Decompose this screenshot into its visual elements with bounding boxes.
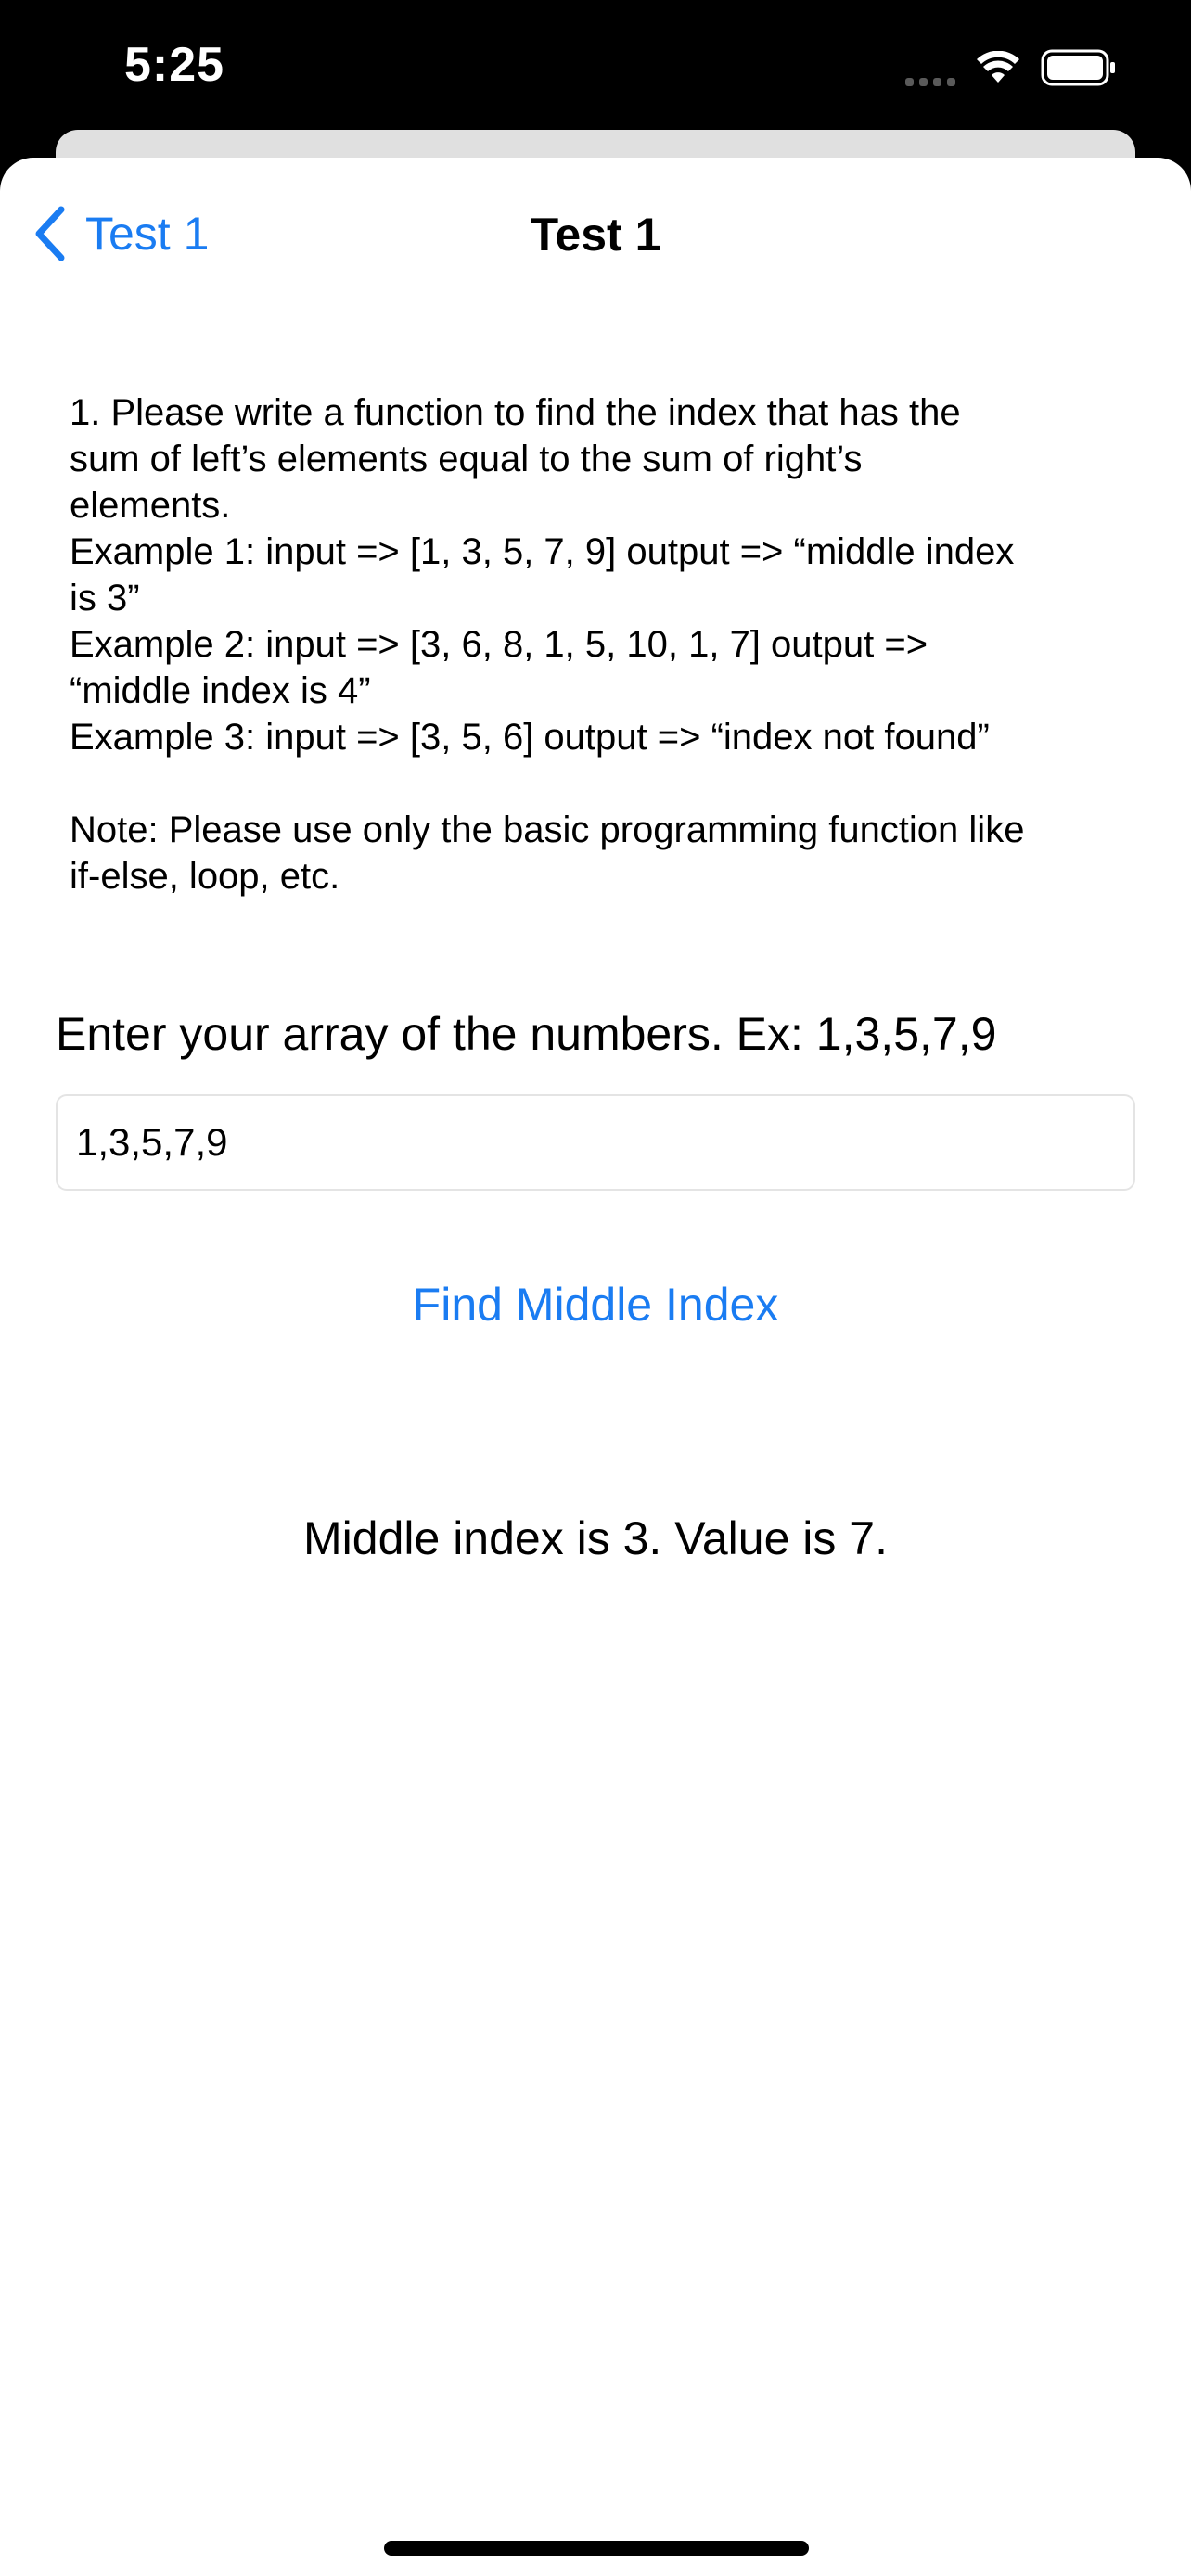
battery-icon <box>1041 49 1115 86</box>
status-icons <box>905 45 1117 91</box>
result-text: Middle index is 3. Value is 7. <box>303 1512 888 1564</box>
array-input[interactable] <box>56 1094 1135 1191</box>
find-middle-index-button[interactable]: Find Middle Index <box>0 1278 1191 1332</box>
array-input-label: Enter your array of the numbers. Ex: 1,3… <box>56 1008 997 1060</box>
home-indicator[interactable] <box>384 2541 809 2556</box>
wifi-icon <box>977 51 1019 83</box>
modal-sheet: Test 1 Test 1 1. Please write a function… <box>0 158 1191 2576</box>
status-bar: 5:25 <box>0 0 1191 130</box>
navigation-bar: Test 1 Test 1 <box>0 158 1191 315</box>
status-time: 5:25 <box>124 38 225 92</box>
cellular-signal-icon <box>905 49 955 86</box>
page-title: Test 1 <box>530 209 661 261</box>
question-text: 1. Please write a function to find the i… <box>70 392 1025 897</box>
app-screen: 5:25 Test 1 Test 1 1. Please write a fun… <box>0 0 1191 2576</box>
